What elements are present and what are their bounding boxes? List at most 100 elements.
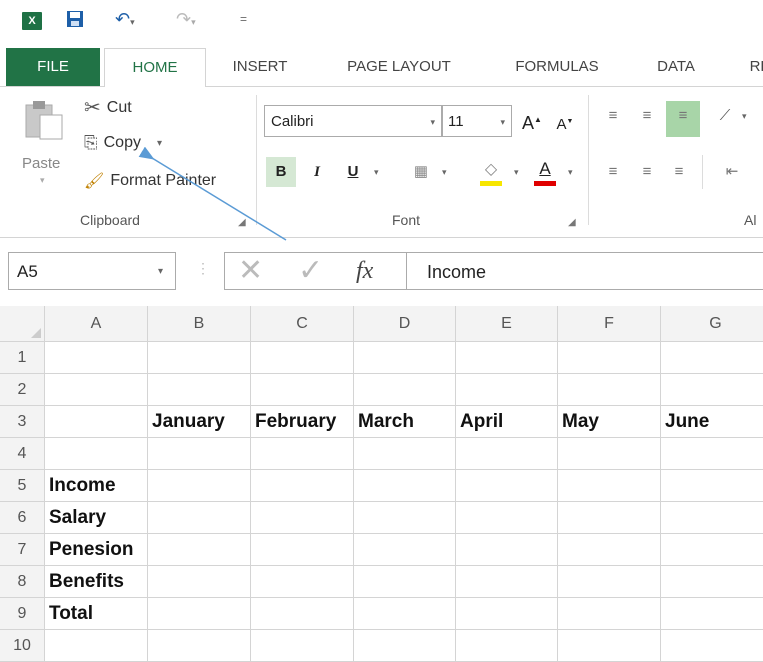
cell-f2[interactable] [558, 374, 661, 406]
row-header-8[interactable]: 8 [0, 566, 45, 598]
save-icon[interactable] [66, 10, 84, 28]
enter-icon[interactable]: ✓ [298, 252, 323, 290]
underline-dropdown-icon[interactable]: ▾ [374, 167, 379, 178]
cell-f8[interactable] [558, 566, 661, 598]
shrink-font-button[interactable]: A▼ [554, 107, 576, 137]
cell-b7[interactable] [148, 534, 251, 566]
column-header-d[interactable]: D [354, 306, 456, 342]
column-header-c[interactable]: C [251, 306, 354, 342]
row-header-6[interactable]: 6 [0, 502, 45, 534]
cell-e5[interactable] [456, 470, 558, 502]
bold-button[interactable]: B [266, 157, 296, 187]
cell-d2[interactable] [354, 374, 456, 406]
cell-e7[interactable] [456, 534, 558, 566]
align-left-icon[interactable]: ≡ [600, 157, 626, 187]
copy-button[interactable]: ⎘ Copy ▾ [84, 133, 162, 153]
cancel-icon[interactable]: ✕ [238, 252, 263, 290]
align-right-icon[interactable]: ≡ [666, 157, 692, 187]
row-header-4[interactable]: 4 [0, 438, 45, 470]
font-color-icon[interactable]: A [532, 159, 558, 189]
select-all-corner[interactable] [0, 306, 45, 342]
decrease-indent-icon[interactable]: ⇤ [712, 157, 752, 187]
cell-e3[interactable]: April [456, 406, 558, 438]
cell-d4[interactable] [354, 438, 456, 470]
fill-color-icon[interactable]: ◇ [478, 159, 504, 189]
cell-d7[interactable] [354, 534, 456, 566]
grow-font-button[interactable]: A▲ [520, 105, 544, 135]
cell-e10[interactable] [456, 630, 558, 662]
cell-e1[interactable] [456, 342, 558, 374]
font-launcher-icon[interactable]: ◢ [568, 217, 576, 228]
cell-f7[interactable] [558, 534, 661, 566]
underline-button[interactable]: U [340, 157, 366, 187]
cell-b2[interactable] [148, 374, 251, 406]
tab-home[interactable]: HOME [104, 48, 206, 88]
cell-g4[interactable] [661, 438, 763, 470]
cell-d9[interactable] [354, 598, 456, 630]
column-header-f[interactable]: F [558, 306, 661, 342]
cell-c9[interactable] [251, 598, 354, 630]
cell-f3[interactable]: May [558, 406, 661, 438]
cell-a5[interactable]: Income [45, 470, 148, 502]
cell-c10[interactable] [251, 630, 354, 662]
cell-d8[interactable] [354, 566, 456, 598]
column-header-b[interactable]: B [148, 306, 251, 342]
cell-b3[interactable]: January [148, 406, 251, 438]
italic-button[interactable]: I [304, 157, 330, 187]
cell-g7[interactable] [661, 534, 763, 566]
orientation-icon[interactable]: ⟋ [712, 101, 738, 131]
cell-a2[interactable] [45, 374, 148, 406]
format-painter-button[interactable]: 🖌 Format Painter [84, 171, 216, 191]
cell-c3[interactable]: February [251, 406, 354, 438]
tab-formulas[interactable]: FORMULAS [496, 48, 618, 86]
cell-b6[interactable] [148, 502, 251, 534]
chevron-down-icon[interactable]: ▾ [158, 253, 163, 291]
font-name-select[interactable]: Calibri ▾ [264, 105, 442, 137]
customize-qat-icon[interactable]: = [240, 12, 247, 26]
cell-a3[interactable] [45, 406, 148, 438]
font-size-select[interactable]: 11 ▾ [442, 105, 512, 137]
insert-function-icon[interactable]: fx [356, 252, 373, 290]
name-box[interactable]: A5 ▾ [8, 252, 176, 290]
tab-page-layout[interactable]: PAGE LAYOUT [326, 48, 472, 86]
fill-color-dropdown-icon[interactable]: ▾ [514, 167, 519, 178]
cell-c6[interactable] [251, 502, 354, 534]
row-header-7[interactable]: 7 [0, 534, 45, 566]
column-header-g[interactable]: G [661, 306, 763, 342]
cell-d5[interactable] [354, 470, 456, 502]
cell-f4[interactable] [558, 438, 661, 470]
cell-g5[interactable] [661, 470, 763, 502]
row-header-2[interactable]: 2 [0, 374, 45, 406]
clipboard-launcher-icon[interactable]: ◢ [238, 217, 246, 228]
borders-dropdown-icon[interactable]: ▾ [442, 167, 447, 178]
cell-d3[interactable]: March [354, 406, 456, 438]
cell-g6[interactable] [661, 502, 763, 534]
row-header-10[interactable]: 10 [0, 630, 45, 662]
cell-b10[interactable] [148, 630, 251, 662]
cell-a6[interactable]: Salary [45, 502, 148, 534]
cell-a4[interactable] [45, 438, 148, 470]
cell-a10[interactable] [45, 630, 148, 662]
cell-b9[interactable] [148, 598, 251, 630]
cell-c4[interactable] [251, 438, 354, 470]
tab-review[interactable]: RE [740, 48, 763, 86]
font-color-dropdown-icon[interactable]: ▾ [568, 167, 573, 178]
cell-c5[interactable] [251, 470, 354, 502]
cell-f9[interactable] [558, 598, 661, 630]
cell-c7[interactable] [251, 534, 354, 566]
cell-g9[interactable] [661, 598, 763, 630]
cell-c8[interactable] [251, 566, 354, 598]
align-top-icon[interactable]: ≡ [600, 101, 626, 131]
undo-icon[interactable]: ↶▾ [115, 9, 155, 29]
row-header-5[interactable]: 5 [0, 470, 45, 502]
cell-d10[interactable] [354, 630, 456, 662]
cell-d1[interactable] [354, 342, 456, 374]
cell-a7[interactable]: Penesion [45, 534, 148, 566]
paste-label[interactable]: Paste [22, 155, 60, 172]
cell-d6[interactable] [354, 502, 456, 534]
cell-a1[interactable] [45, 342, 148, 374]
copy-dropdown-icon[interactable]: ▾ [157, 138, 162, 149]
row-header-1[interactable]: 1 [0, 342, 45, 374]
cell-g8[interactable] [661, 566, 763, 598]
orientation-dropdown-icon[interactable]: ▾ [742, 111, 747, 122]
